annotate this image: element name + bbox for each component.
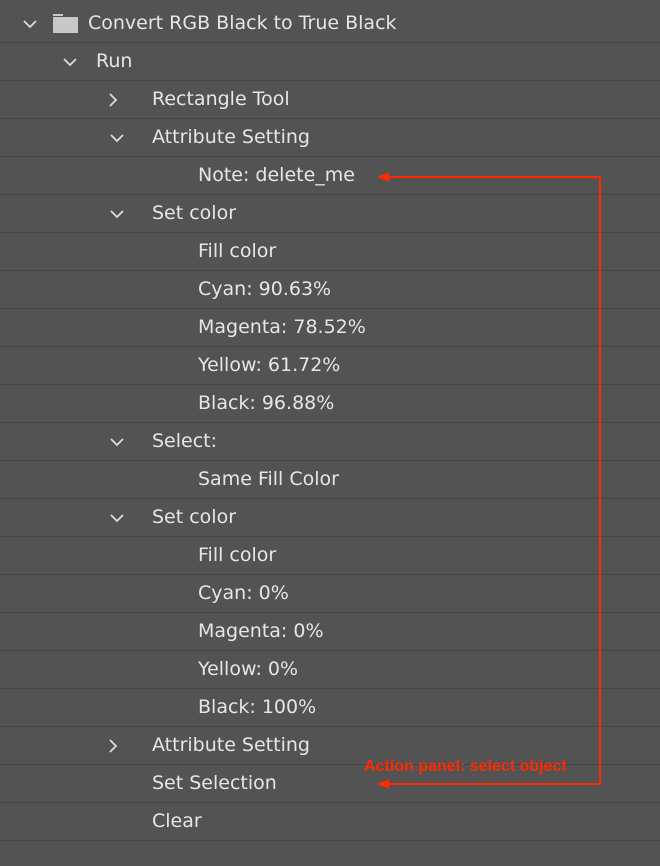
- param-label: Same Fill Color: [198, 468, 339, 490]
- step-row-attribute-setting[interactable]: Attribute Setting: [0, 119, 660, 157]
- step-label: Set Selection: [152, 772, 277, 794]
- param-row[interactable]: Same Fill Color: [0, 461, 660, 499]
- chevron-down-icon[interactable]: [105, 423, 129, 460]
- step-label: Attribute Setting: [152, 734, 310, 756]
- action-set-row[interactable]: Convert RGB Black to True Black: [0, 5, 660, 43]
- step-label: Select:: [152, 430, 218, 452]
- param-row[interactable]: Fill color: [0, 233, 660, 271]
- action-set-title: Convert RGB Black to True Black: [88, 12, 397, 34]
- action-label: Run: [96, 50, 133, 72]
- param-row[interactable]: Black: 100%: [0, 689, 660, 727]
- step-label: Rectangle Tool: [152, 88, 290, 110]
- param-label: Fill color: [198, 544, 277, 566]
- chevron-down-icon[interactable]: [105, 195, 129, 232]
- param-label: Magenta: 78.52%: [198, 316, 366, 338]
- param-label: Yellow: 61.72%: [198, 354, 341, 376]
- param-row[interactable]: Black: 96.88%: [0, 385, 660, 423]
- chevron-down-icon[interactable]: [105, 119, 129, 156]
- actions-panel: Convert RGB Black to True Black Run Rect…: [0, 5, 660, 841]
- step-row-clear[interactable]: Clear: [0, 803, 660, 841]
- step-label: Set color: [152, 506, 237, 528]
- param-label: Yellow: 0%: [198, 658, 299, 680]
- chevron-down-icon[interactable]: [58, 43, 82, 80]
- param-label: Fill color: [198, 240, 277, 262]
- step-row-set-color[interactable]: Set color: [0, 195, 660, 233]
- chevron-down-icon[interactable]: [18, 5, 42, 42]
- chevron-right-icon[interactable]: [101, 81, 125, 118]
- action-row-run[interactable]: Run: [0, 43, 660, 81]
- param-row[interactable]: Cyan: 0%: [0, 575, 660, 613]
- param-label: Cyan: 0%: [198, 582, 289, 604]
- param-label: Black: 96.88%: [198, 392, 335, 414]
- param-row[interactable]: Note: delete_me: [0, 157, 660, 195]
- step-row-rectangle-tool[interactable]: Rectangle Tool: [0, 81, 660, 119]
- param-row[interactable]: Yellow: 61.72%: [0, 347, 660, 385]
- chevron-down-icon[interactable]: [105, 499, 129, 536]
- param-label: Magenta: 0%: [198, 620, 324, 642]
- param-label: Cyan: 90.63%: [198, 278, 332, 300]
- param-row[interactable]: Yellow: 0%: [0, 651, 660, 689]
- param-row[interactable]: Magenta: 78.52%: [0, 309, 660, 347]
- param-row[interactable]: Magenta: 0%: [0, 613, 660, 651]
- step-label: Set color: [152, 202, 237, 224]
- param-row[interactable]: Fill color: [0, 537, 660, 575]
- step-row-select[interactable]: Select:: [0, 423, 660, 461]
- param-label: Note: delete_me: [198, 164, 355, 186]
- step-row-set-color[interactable]: Set color: [0, 499, 660, 537]
- param-row[interactable]: Cyan: 90.63%: [0, 271, 660, 309]
- folder-icon: [52, 13, 79, 34]
- chevron-right-icon[interactable]: [101, 727, 125, 764]
- step-label: Clear: [152, 810, 202, 832]
- step-row-attribute-setting[interactable]: Attribute Setting: [0, 727, 660, 765]
- step-label: Attribute Setting: [152, 126, 310, 148]
- param-label: Black: 100%: [198, 696, 317, 718]
- step-row-set-selection[interactable]: Set Selection: [0, 765, 660, 803]
